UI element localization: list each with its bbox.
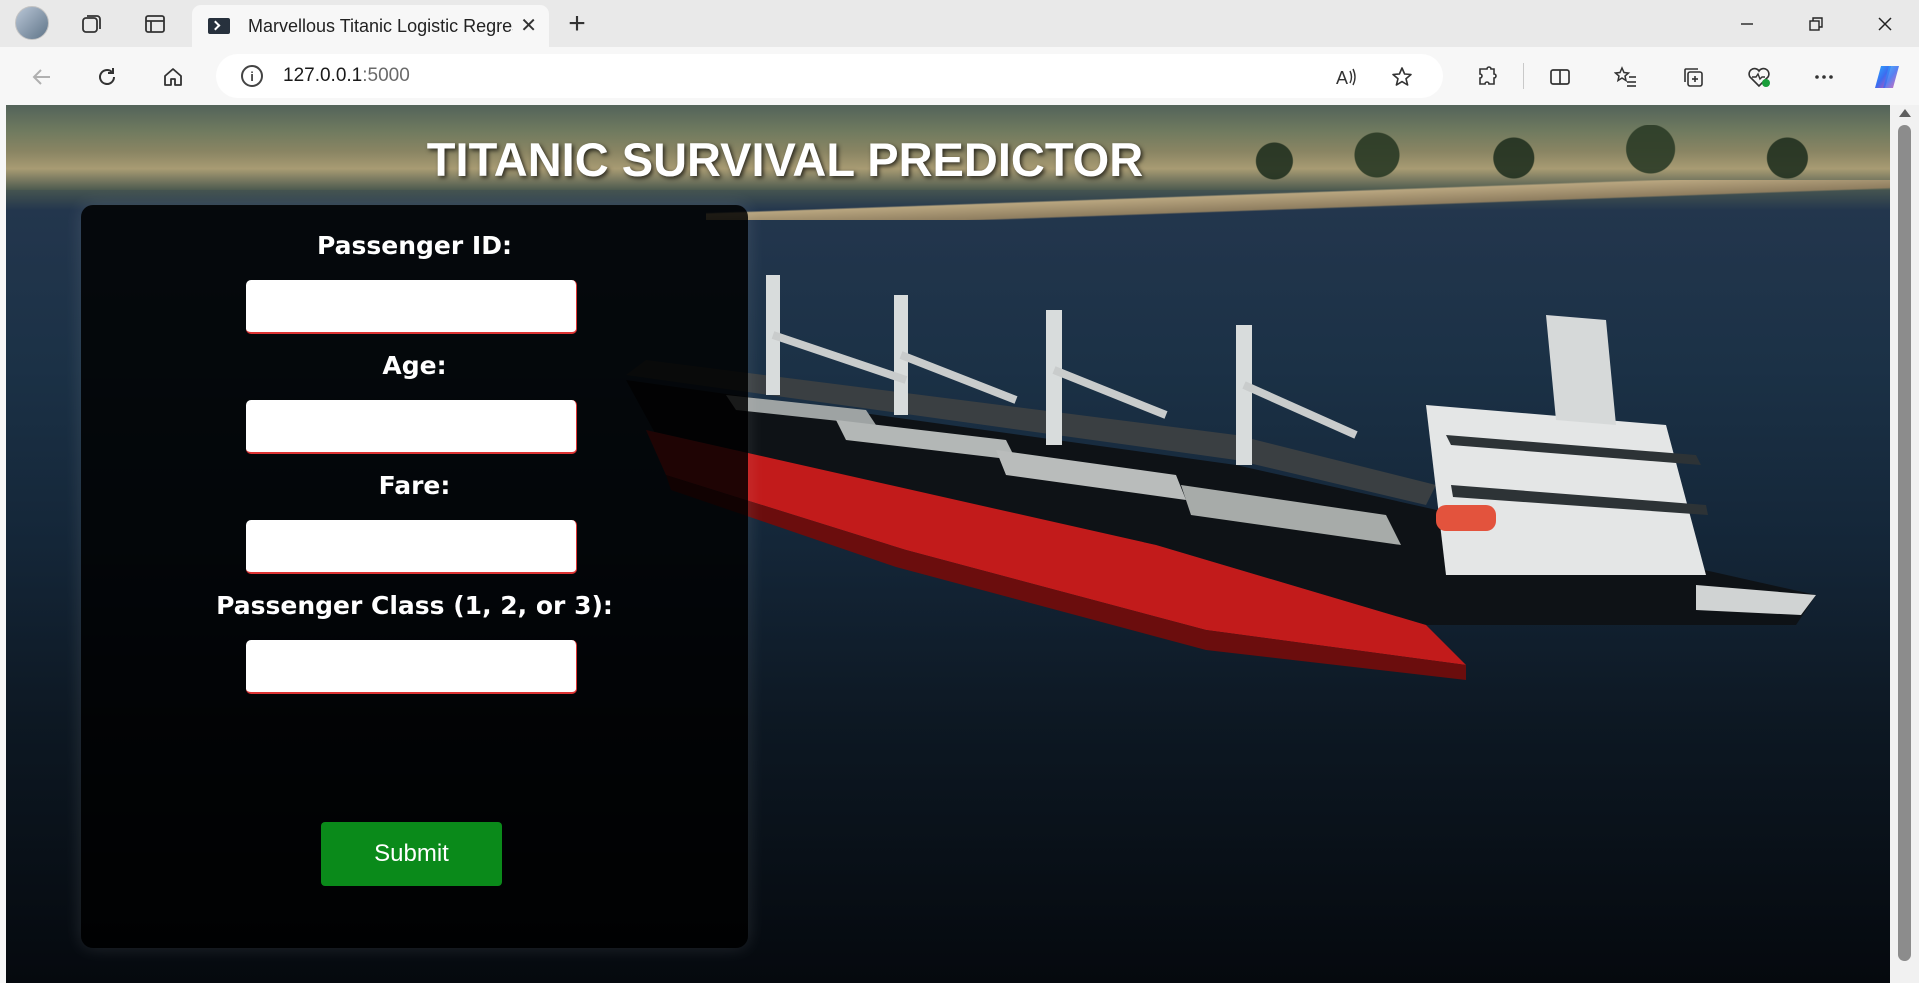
- collections-icon[interactable]: [1676, 60, 1710, 94]
- address-bar[interactable]: i 127.0.0.1:5000 A: [216, 54, 1443, 98]
- svg-text:A: A: [1336, 68, 1348, 88]
- tab-strip: Marvellous Titanic Logistic Regression ✕…: [0, 0, 1919, 47]
- navigation-bar: i 127.0.0.1:5000 A: [0, 47, 1919, 105]
- more-options-icon[interactable]: [1807, 60, 1841, 94]
- close-window-button[interactable]: [1862, 8, 1908, 40]
- workspaces-icon[interactable]: [76, 8, 108, 40]
- terminal-favicon-icon: [208, 18, 230, 34]
- read-aloud-icon[interactable]: A: [1332, 63, 1360, 91]
- fare-input[interactable]: [246, 520, 577, 574]
- split-screen-icon[interactable]: [1543, 60, 1577, 94]
- scrollbar-thumb[interactable]: [1898, 125, 1911, 961]
- tab-close-icon[interactable]: ✕: [520, 16, 537, 36]
- url-port: :5000: [362, 65, 410, 86]
- url-host: 127.0.0.1: [283, 65, 363, 86]
- profile-avatar[interactable]: [15, 6, 49, 40]
- passenger-class-label: Passenger Class (1, 2, or 3):: [216, 591, 613, 620]
- refresh-icon[interactable]: [90, 60, 124, 94]
- page-scrollbar[interactable]: [1890, 105, 1919, 983]
- age-label: Age:: [382, 351, 447, 380]
- page-title: TITANIC SURVIVAL PREDICTOR: [6, 132, 1890, 187]
- home-icon[interactable]: [156, 60, 190, 94]
- browser-essentials-icon[interactable]: [1742, 60, 1776, 94]
- passenger-id-input[interactable]: [246, 280, 577, 334]
- favorites-list-icon[interactable]: [1609, 60, 1643, 94]
- url-text: 127.0.0.1:5000: [283, 65, 410, 87]
- toolbar-separator: [1523, 63, 1524, 89]
- prediction-form: Passenger ID: Age: Fare: Passenger Class…: [81, 205, 748, 948]
- restore-button[interactable]: [1793, 8, 1839, 40]
- active-tab[interactable]: Marvellous Titanic Logistic Regression ✕: [192, 5, 549, 47]
- age-input[interactable]: [246, 400, 577, 454]
- fare-label: Fare:: [378, 471, 451, 500]
- site-info-icon[interactable]: i: [241, 65, 263, 87]
- passenger-class-input[interactable]: [246, 640, 577, 694]
- extensions-icon[interactable]: [1470, 60, 1504, 94]
- vertical-tabs-icon[interactable]: [139, 8, 171, 40]
- minimize-button[interactable]: [1724, 8, 1770, 40]
- tab-title: Marvellous Titanic Logistic Regression: [248, 15, 513, 36]
- submit-button[interactable]: Submit: [321, 822, 502, 886]
- passenger-id-label: Passenger ID:: [317, 231, 512, 260]
- page-title-text: TITANIC SURVIVAL PREDICTOR: [426, 133, 1144, 186]
- back-arrow-icon[interactable]: [25, 60, 59, 94]
- scroll-up-arrow-icon[interactable]: [1899, 109, 1911, 117]
- favorite-star-icon[interactable]: [1388, 63, 1416, 91]
- new-tab-button[interactable]: +: [560, 7, 594, 41]
- page-viewport: TITANIC SURVIVAL PREDICTOR Passenger ID:…: [6, 105, 1890, 983]
- copilot-icon[interactable]: [1870, 60, 1904, 94]
